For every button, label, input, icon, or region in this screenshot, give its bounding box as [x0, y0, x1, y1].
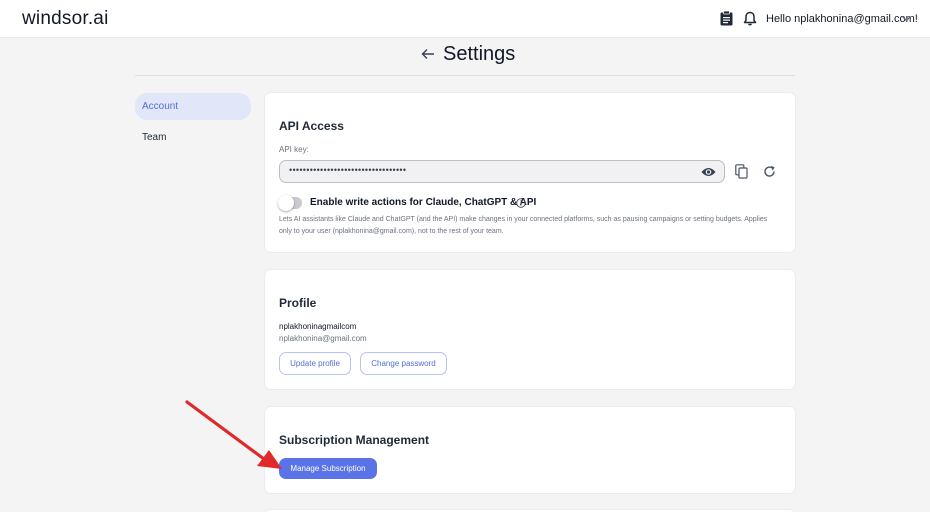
- chevron-down-icon[interactable]: [901, 14, 912, 23]
- subscription-title: Subscription Management: [279, 433, 430, 447]
- subscription-card: Subscription Management Manage Subscript…: [265, 407, 795, 493]
- profile-card: Profile nplakhoninagmailcom nplakhonina@…: [265, 270, 795, 389]
- sidebar-item-account[interactable]: Account: [135, 93, 251, 120]
- sidebar-item-team[interactable]: Team: [135, 124, 251, 151]
- eye-icon[interactable]: [701, 166, 716, 178]
- api-access-card: API Access API key: ••••••••••••••••••••…: [265, 93, 795, 252]
- profile-title: Profile: [279, 296, 317, 310]
- update-profile-button[interactable]: Update profile: [279, 352, 351, 375]
- toggle-knob: [278, 195, 294, 211]
- top-bar: windsor.ai Hello nplakhonina@gmail.com!: [0, 0, 930, 38]
- write-actions-description: Lets AI assistants like Claude and ChatG…: [279, 216, 768, 235]
- bell-icon[interactable]: [743, 11, 757, 26]
- user-greeting[interactable]: Hello nplakhonina@gmail.com!: [766, 13, 918, 25]
- api-key-field[interactable]: ••••••••••••••••••••••••••••••••••: [279, 160, 725, 183]
- write-actions-label: Enable write actions for Claude, ChatGPT…: [310, 197, 537, 208]
- info-icon[interactable]: [516, 198, 526, 208]
- api-access-title: API Access: [279, 119, 344, 133]
- annotation-arrow: [185, 400, 282, 469]
- logo[interactable]: windsor.ai: [22, 8, 109, 30]
- copy-icon[interactable]: [735, 164, 748, 179]
- manage-subscription-button[interactable]: Manage Subscription: [279, 458, 377, 479]
- settings-header: Settings: [135, 38, 795, 76]
- change-password-button[interactable]: Change password: [360, 352, 447, 375]
- profile-name: nplakhoninagmailcom: [279, 322, 357, 331]
- profile-email: nplakhonina@gmail.com: [279, 334, 367, 343]
- refresh-icon[interactable]: [763, 165, 776, 178]
- clipboard-icon[interactable]: [720, 11, 733, 26]
- page-title: Settings: [443, 43, 516, 65]
- api-key-value: ••••••••••••••••••••••••••••••••••: [289, 165, 407, 175]
- arrow-left-icon[interactable]: [421, 48, 435, 60]
- api-key-label: API key:: [279, 145, 309, 154]
- write-actions-toggle[interactable]: [278, 195, 302, 211]
